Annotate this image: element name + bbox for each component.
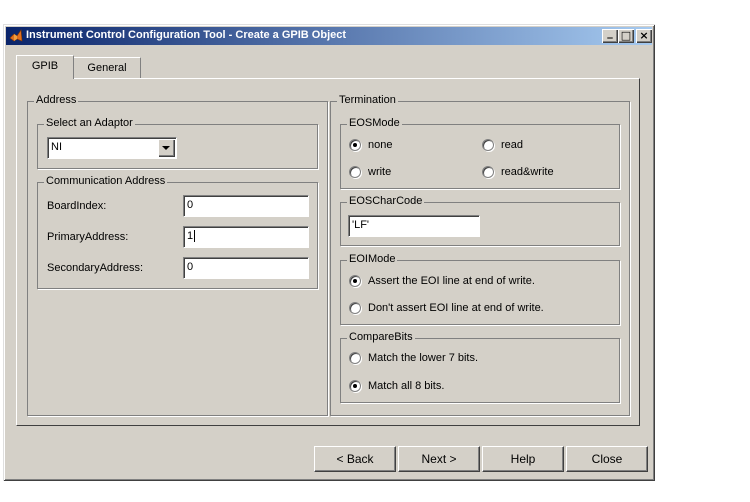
next-button[interactable]: Next > — [398, 446, 480, 472]
close-window-button[interactable]: × — [636, 29, 652, 43]
address-group-title: Address — [34, 94, 79, 106]
secondary-address-label: SecondaryAddress: — [47, 262, 143, 274]
board-index-field[interactable]: 0 — [183, 195, 309, 217]
radio-unselected-icon — [482, 139, 494, 151]
primary-address-field[interactable]: 1 — [183, 226, 309, 248]
window-title: Instrument Control Configuration Tool - … — [26, 29, 347, 41]
comparebits-title: CompareBits — [347, 331, 415, 343]
primary-address-label: PrimaryAddress: — [47, 231, 129, 243]
tab-gpib-label: GPIB — [31, 60, 59, 72]
radio-unselected-icon — [349, 302, 361, 314]
eosmode-write-radio[interactable]: write — [349, 166, 391, 178]
board-index-label: BoardIndex: — [47, 200, 107, 212]
close-icon: × — [639, 29, 649, 42]
eoimode-dont-assert-label: Don't assert EOI line at end of write. — [368, 302, 544, 314]
comparebits-7-label: Match the lower 7 bits. — [368, 352, 479, 364]
tab-gpib[interactable]: GPIB — [16, 55, 74, 79]
radio-unselected-icon — [349, 166, 361, 178]
eoimode-assert-radio[interactable]: Assert the EOI line at end of write. — [349, 275, 535, 287]
maximize-icon: □ — [620, 29, 632, 42]
minimize-button[interactable]: _ — [602, 26, 618, 43]
radio-unselected-icon — [349, 352, 361, 364]
eosmode-read-radio[interactable]: read — [482, 139, 523, 151]
adaptor-select[interactable]: NI — [47, 137, 177, 159]
eoscharcode-field[interactable]: 'LF' — [348, 215, 480, 237]
secondary-address-field[interactable]: 0 — [183, 257, 309, 279]
primary-address-value: 1 — [187, 230, 194, 242]
eoimode-assert-label: Assert the EOI line at end of write. — [368, 275, 535, 287]
eoimode-group: EOIMode — [340, 253, 620, 325]
radio-selected-icon — [349, 139, 361, 151]
eoimode-title: EOIMode — [347, 253, 398, 265]
maximize-button[interactable]: □ — [618, 29, 634, 43]
eosmode-readwrite-label: read&write — [501, 166, 554, 178]
eosmode-readwrite-radio[interactable]: read&write — [482, 166, 554, 178]
radio-selected-icon — [349, 380, 361, 392]
back-button[interactable]: < Back — [314, 446, 396, 472]
eosmode-none-label: none — [368, 139, 393, 151]
help-button[interactable]: Help — [482, 446, 564, 472]
adaptor-group-title: Select an Adaptor — [44, 117, 135, 129]
eosmode-none-radio[interactable]: none — [349, 139, 392, 151]
board-index-value: 0 — [187, 199, 194, 211]
eosmode-group: EOSMode — [340, 117, 620, 189]
adaptor-value: NI — [51, 141, 62, 153]
comparebits-7-radio[interactable]: Match the lower 7 bits. — [349, 352, 478, 364]
comparebits-group: CompareBits — [340, 331, 620, 403]
comparebits-8-label: Match all 8 bits. — [368, 380, 445, 392]
tab-general-label: General — [87, 62, 127, 74]
title-bar[interactable]: Instrument Control Configuration Tool - … — [6, 26, 652, 45]
eoimode-dont-assert-radio[interactable]: Don't assert EOI line at end of write. — [349, 302, 544, 314]
matlab-logo-icon — [9, 29, 23, 42]
eosmode-write-label: write — [368, 166, 392, 178]
minimize-icon: _ — [607, 26, 613, 39]
eosmode-read-label: read — [501, 139, 524, 151]
secondary-address-value: 0 — [187, 261, 194, 273]
termination-group-title: Termination — [337, 94, 398, 106]
eoscharcode-value: 'LF' — [352, 219, 370, 231]
radio-selected-icon — [349, 275, 361, 287]
eoscharcode-title: EOSCharCode — [347, 195, 425, 207]
chevron-down-icon[interactable] — [158, 139, 175, 157]
close-button[interactable]: Close — [566, 446, 648, 472]
text-caret — [194, 230, 196, 243]
radio-unselected-icon — [482, 166, 494, 178]
comparebits-8-radio[interactable]: Match all 8 bits. — [349, 380, 444, 392]
communication-address-title: Communication Address — [44, 175, 168, 187]
tab-general[interactable]: General — [73, 57, 141, 78]
eosmode-title: EOSMode — [347, 117, 402, 129]
